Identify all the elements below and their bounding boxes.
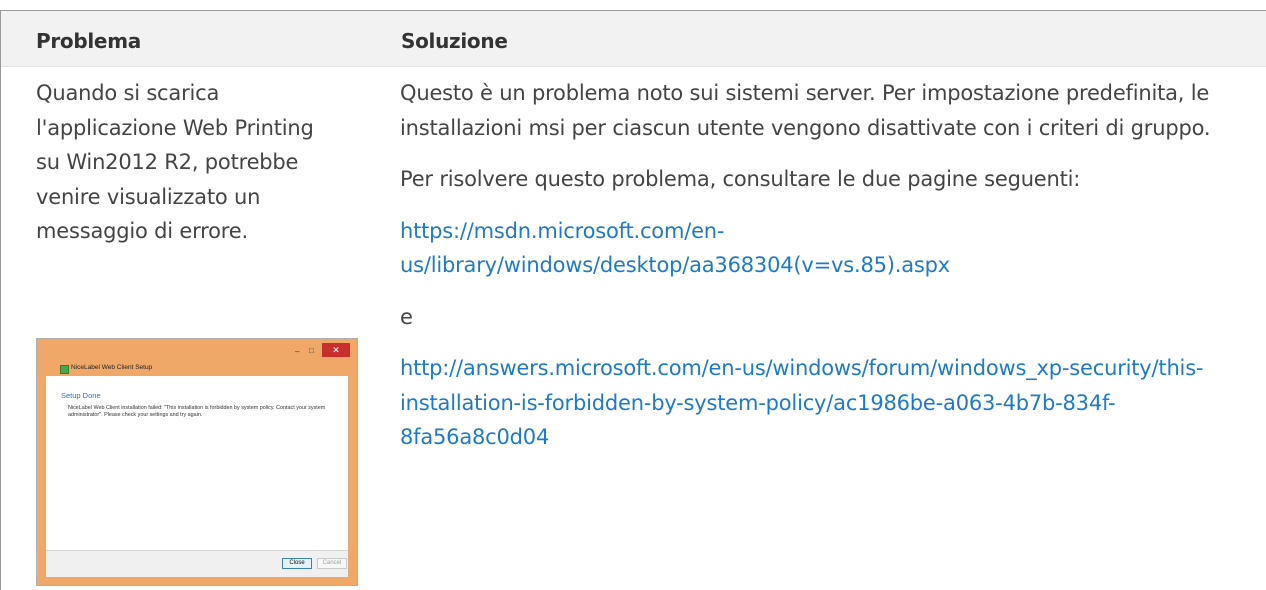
header-solution: Soluzione	[401, 29, 508, 53]
dialog-message: NiceLabel Web Client installation failed…	[68, 405, 326, 418]
table-header-row: Problema Soluzione	[1, 11, 1266, 67]
table-left-border	[0, 10, 1, 590]
close-icon: ✕	[322, 343, 350, 357]
dialog-body: Setup Done NiceLabel Web Client installa…	[46, 376, 348, 550]
solution-paragraph-1: Questo è un problema noto sui sistemi se…	[400, 81, 1211, 140]
maximize-icon: □	[309, 346, 314, 355]
dialog-cancel-button: Cancel	[317, 558, 347, 569]
error-dialog-screenshot: NiceLabel Web Client Setup – □ ✕ Setup D…	[36, 338, 358, 586]
solution-paragraph-2: Per risolvere questo problema, consultar…	[400, 167, 1081, 191]
answers-link[interactable]: http://answers.microsoft.com/en-us/windo…	[400, 356, 1204, 449]
header-problem: Problema	[36, 29, 141, 53]
dialog-close-button: Close	[282, 558, 312, 569]
conjunction-text: e	[400, 304, 413, 329]
msdn-link[interactable]: https://msdn.microsoft.com/en-us/library…	[400, 219, 950, 278]
dialog-footer: Close Cancel	[46, 550, 348, 577]
solution-cell: Questo è un problema noto sui sistemi se…	[400, 76, 1240, 455]
minimize-icon: –	[295, 347, 300, 356]
dialog-title: NiceLabel Web Client Setup	[71, 364, 153, 371]
app-icon	[60, 365, 69, 374]
dialog-heading: Setup Done	[61, 391, 101, 400]
problem-description: Quando si scarica l'applicazione Web Pri…	[36, 81, 314, 243]
